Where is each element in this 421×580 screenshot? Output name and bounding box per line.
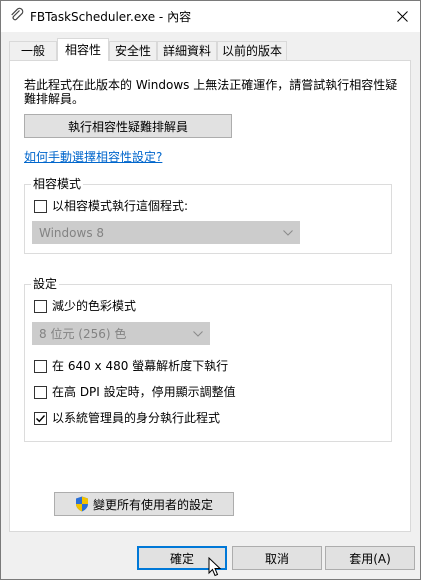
manual-settings-link[interactable]: 如何手動選擇相容性設定? [24, 148, 162, 165]
high-dpi-label: 在高 DPI 設定時，停用顯示調整值 [52, 385, 236, 399]
chevron-down-icon [193, 330, 203, 337]
res-640-checkbox[interactable] [34, 360, 47, 373]
compat-os-select[interactable]: Windows 8 [32, 221, 300, 244]
paperclip-icon [9, 7, 25, 23]
tab-previous-versions[interactable]: 以前的版本 [217, 41, 287, 60]
compat-mode-checkbox[interactable] [34, 200, 47, 213]
window-title: FBTaskScheduler.exe - 內容 [30, 10, 192, 24]
mouse-cursor-icon [208, 556, 222, 577]
settings-group-title: 設定 [31, 277, 60, 291]
cancel-button[interactable]: 取消 [232, 546, 322, 570]
reduced-color-label: 減少的色彩模式 [52, 299, 137, 313]
run-troubleshooter-button[interactable]: 執行相容性疑難排解員 [24, 114, 232, 138]
compat-os-value: Windows 8 [39, 225, 105, 240]
compat-mode-label: 以相容模式執行這個程式: [52, 199, 189, 213]
tab-compatibility[interactable]: 相容性 [57, 38, 109, 61]
color-mode-value: 8 位元 (256) 色 [39, 327, 127, 341]
high-dpi-checkbox[interactable] [34, 386, 47, 399]
compat-mode-group-title: 相容模式 [31, 177, 84, 191]
run-as-admin-checkbox[interactable] [34, 412, 47, 425]
close-icon [396, 10, 408, 22]
tab-general[interactable]: 一般 [9, 41, 57, 60]
tab-details[interactable]: 詳細資料 [157, 41, 217, 60]
change-all-users-button[interactable]: 變更所有使用者的設定 [54, 492, 234, 516]
checkmark-icon [36, 415, 46, 423]
change-all-users-label: 變更所有使用者的設定 [92, 497, 213, 512]
res-640-label: 在 640 x 480 螢幕解析度下執行 [52, 359, 229, 373]
tab-security[interactable]: 安全性 [109, 41, 157, 60]
compat-description: 若此程式在此版本的 Windows 上無法正確運作，請嘗試執行相容性疑難排解員。 [24, 78, 398, 106]
uac-shield-icon [75, 496, 89, 512]
reduced-color-checkbox[interactable] [34, 300, 47, 313]
close-button[interactable] [386, 2, 418, 30]
apply-button[interactable]: 套用(A) [325, 546, 415, 570]
chevron-down-icon [283, 229, 293, 236]
color-mode-select[interactable]: 8 位元 (256) 色 [32, 322, 210, 345]
run-as-admin-label: 以系統管理員的身分執行此程式 [52, 411, 221, 425]
